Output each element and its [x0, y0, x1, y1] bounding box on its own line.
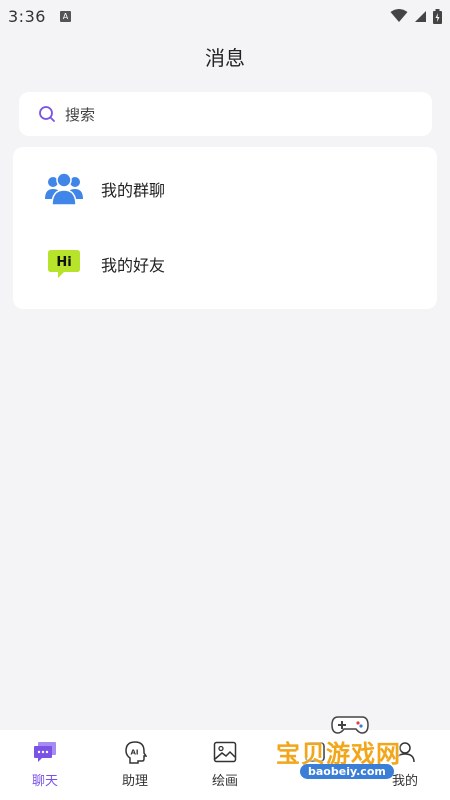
tab-label: 绘画	[211, 774, 238, 789]
wifi-icon	[390, 9, 408, 22]
ai-icon-text: AI	[130, 749, 138, 757]
chat-icon	[33, 740, 57, 764]
tab-assistant[interactable]: AI 助理	[90, 730, 180, 800]
notification-badge-icon: A	[59, 10, 71, 22]
battery-icon	[433, 8, 442, 24]
watermark-url: baobeiy.com	[300, 764, 394, 779]
friends-hi-icon-text: Hi	[56, 255, 71, 270]
list-item-group-chat[interactable]: 我的群聊	[13, 151, 437, 227]
ai-assistant-icon: AI	[123, 740, 147, 764]
friends-hi-icon: Hi	[42, 242, 86, 286]
list-item-label: 我的好友	[101, 256, 166, 275]
signal-icon	[415, 10, 426, 22]
watermark: 宝贝游戏网 baobeiy.com	[276, 712, 426, 782]
gamepad-icon	[331, 716, 369, 734]
tab-drawing[interactable]: 绘画	[180, 730, 270, 800]
status-icons	[390, 8, 442, 24]
search-input[interactable]: 搜索	[19, 92, 432, 136]
status-bar: 3:36 A	[0, 0, 450, 32]
page-title: 消息	[205, 46, 245, 70]
status-time: 3:36	[8, 6, 46, 26]
search-placeholder: 搜索	[65, 105, 96, 124]
list-item-friends[interactable]: Hi 我的好友	[13, 226, 437, 302]
tab-chat[interactable]: 聊天	[0, 730, 90, 800]
list-item-label: 我的群聊	[101, 181, 166, 200]
tab-label: 助理	[121, 774, 148, 789]
search-icon	[37, 104, 57, 124]
group-chat-icon	[42, 167, 86, 211]
image-icon	[213, 740, 237, 764]
conversation-list: 我的群聊 Hi 我的好友	[13, 147, 437, 309]
tab-label: 聊天	[31, 774, 58, 789]
